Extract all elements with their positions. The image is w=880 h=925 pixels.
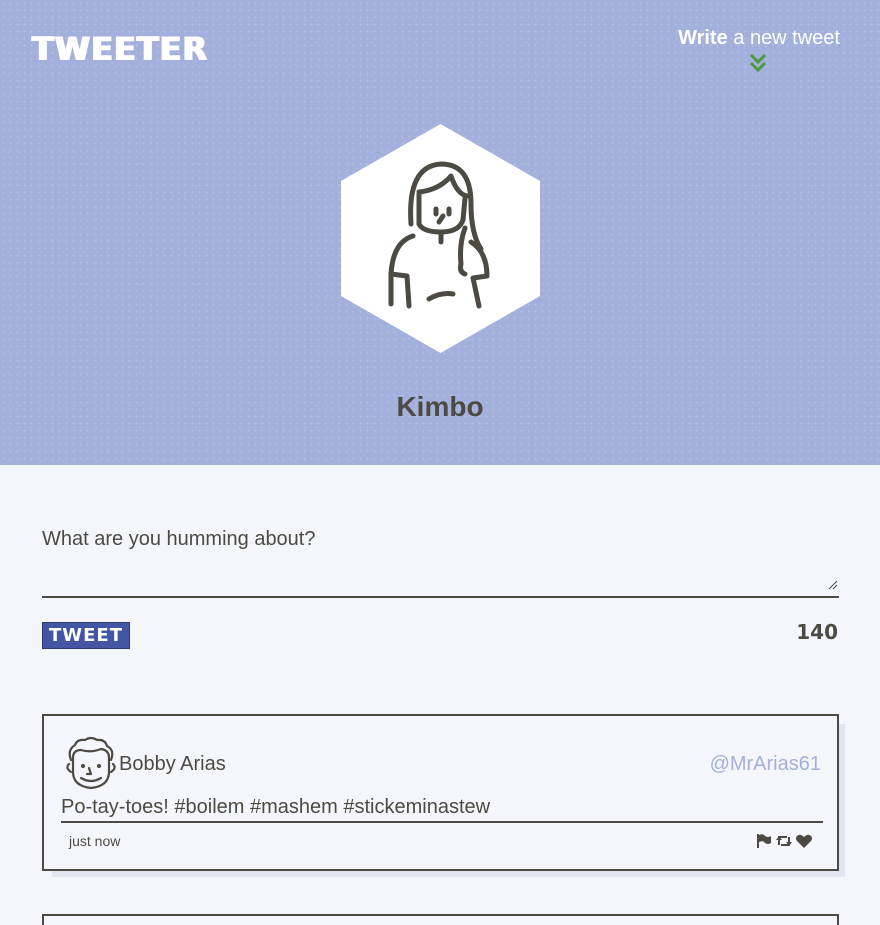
tweet-author-name: Bobby Arias: [119, 753, 226, 775]
write-new-tweet-link[interactable]: Write a new tweet: [678, 27, 840, 50]
tweet-card: Bobby Arias @MrArias61 Po-tay-toes! #boi…: [42, 714, 839, 871]
tweet-button[interactable]: TWEET: [42, 622, 130, 649]
tweet-textarea[interactable]: [42, 560, 839, 598]
tweet-actions: [755, 833, 813, 849]
write-link-bold: Write: [678, 27, 728, 49]
retweet-icon[interactable]: [775, 833, 793, 849]
tweet-timestamp: just now: [69, 833, 121, 849]
character-counter: 140: [796, 620, 838, 644]
write-link-rest: a new tweet: [727, 27, 840, 49]
flag-icon[interactable]: [755, 833, 773, 849]
double-chevron-down-icon[interactable]: [749, 52, 767, 74]
user-avatar: [66, 736, 116, 790]
tweet-text: Po-tay-toes! #boilem #mashem #stickemina…: [61, 796, 823, 823]
heart-icon[interactable]: [795, 833, 813, 849]
tweet-card: [42, 914, 839, 925]
resize-grip-icon[interactable]: [828, 578, 838, 590]
profile-avatar: [341, 124, 540, 353]
compose-label: What are you humming about?: [42, 528, 316, 550]
app-logo[interactable]: TWEETER: [32, 30, 208, 68]
profile-name: Kimbo: [396, 391, 484, 422]
tweet-author-handle: @MrArias61: [709, 753, 821, 775]
